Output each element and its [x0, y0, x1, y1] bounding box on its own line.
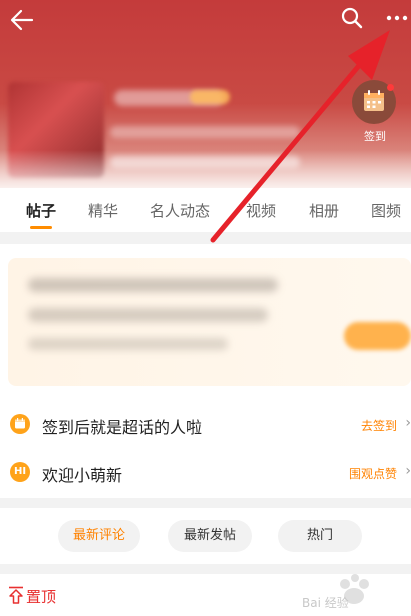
topic-stats-blurred — [110, 126, 300, 138]
signin-label[interactable]: 签到 — [355, 128, 395, 144]
go-signin-link[interactable]: 去签到 — [361, 417, 397, 434]
back-arrow-icon[interactable] — [8, 6, 36, 34]
sort-bar: 最新评论 最新发帖 热门 — [0, 508, 411, 564]
list-item-welcome[interactable]: HI 欢迎小萌新 围观点赞 › — [0, 448, 411, 496]
calendar-icon — [10, 414, 30, 434]
hi-icon: HI — [10, 462, 30, 482]
tab-celebrity-updates[interactable]: 名人动态 — [150, 200, 210, 221]
watermark-text: Bai 经验 — [302, 596, 349, 610]
app-screen: 签到 帖子 精华 名人动态 视频 相册 图频 签到后就是超话的人啦 去签到 › … — [0, 0, 411, 616]
sort-hot[interactable]: 热门 — [278, 520, 362, 552]
promo-card — [0, 244, 411, 394]
promo-banner[interactable] — [8, 258, 411, 386]
sort-latest-comments[interactable]: 最新评论 — [58, 520, 140, 552]
topic-badge-blurred — [190, 90, 230, 104]
watch-like-link[interactable]: 围观点赞 — [349, 465, 397, 482]
tab-albums[interactable]: 相册 — [309, 200, 339, 221]
sort-latest-posts[interactable]: 最新发帖 — [168, 520, 252, 552]
pinned-label: 置顶 — [26, 588, 57, 606]
notification-dot — [387, 84, 394, 91]
tab-image-feed[interactable]: 图频 — [371, 200, 401, 221]
tab-bar: 帖子 精华 名人动态 视频 相册 图频 — [0, 188, 411, 232]
list-item-title: 欢迎小萌新 — [42, 466, 123, 485]
list-item-signin[interactable]: 签到后就是超话的人啦 去签到 › — [0, 400, 411, 448]
promo-text-blurred — [28, 308, 268, 322]
list-item-title: 签到后就是超话的人啦 — [42, 418, 203, 437]
tab-videos[interactable]: 视频 — [246, 200, 276, 221]
search-icon[interactable] — [340, 6, 364, 30]
more-options-icon[interactable] — [383, 8, 411, 28]
topic-header: 签到 — [0, 0, 411, 190]
task-list: 签到后就是超话的人啦 去签到 › HI 欢迎小萌新 围观点赞 › — [0, 394, 411, 498]
chevron-right-icon: › — [405, 415, 411, 431]
active-tab-indicator — [30, 226, 52, 229]
tab-featured[interactable]: 精华 — [88, 200, 118, 221]
promo-text-blurred — [28, 338, 228, 350]
tab-posts[interactable]: 帖子 — [26, 200, 56, 221]
header-fade — [0, 150, 411, 190]
chevron-right-icon: › — [405, 463, 411, 479]
promo-action-button[interactable] — [344, 322, 411, 350]
promo-text-blurred — [28, 278, 278, 292]
pin-top-icon — [9, 586, 23, 604]
